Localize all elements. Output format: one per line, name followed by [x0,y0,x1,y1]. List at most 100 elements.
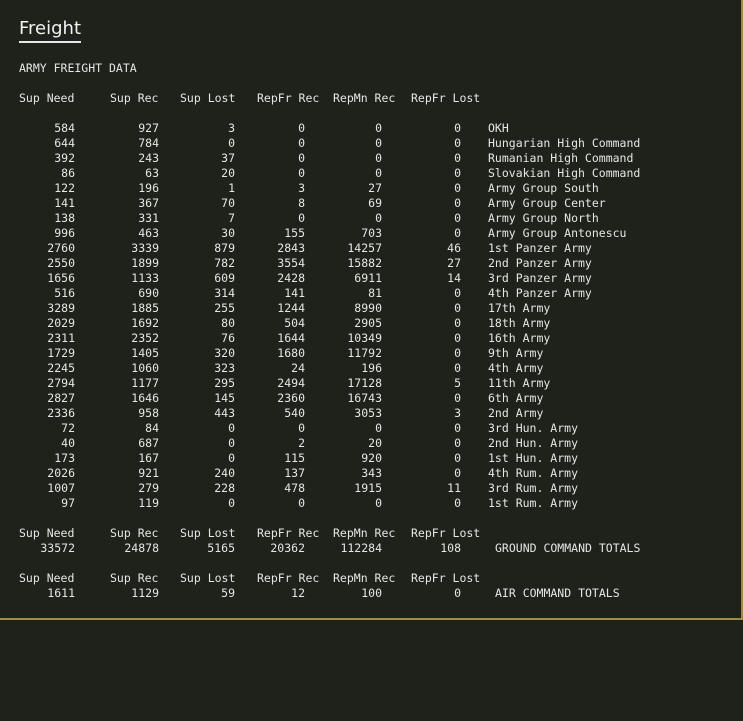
table-row: 644 784 0 0 0 0 Hungarian High Command [19,136,739,151]
cell-unit-name: 4th Rum. Army [488,466,579,480]
col-sup-need: Sup Need [19,571,75,585]
cell-unit-name: 3rd Panzer Army [488,271,592,285]
cell-repfr-lost: 0 [454,286,461,300]
table-row: 2245 1060 323 24 196 0 4th Army [19,361,739,376]
cell-unit-name: 4th Army [488,361,544,375]
cell-repfr-lost: 0 [454,226,461,240]
col-sup-rec: Sup Rec [110,571,159,585]
cell-repfr-lost: 0 [454,316,461,330]
cell-repfr-lost: 0 [454,451,461,465]
cell-repfr-lost: 0 [454,301,461,315]
table-row: 2794 1177 295 2494 17128 5 11th Army [19,376,739,391]
cell-repfr-lost: 0 [454,136,461,150]
cell-unit-name: 1st Hun. Army [488,451,579,465]
col-repmn-rec: RepMn Rec [333,91,396,105]
window-title: Freight [19,18,82,43]
cell-unit-name: Army Group Antonescu [488,226,627,240]
total-repfr-lost: 0 [454,586,461,600]
section-title: ARMY FREIGHT DATA [19,61,137,75]
ground-totals-label: GROUND COMMAND TOTALS [495,541,641,555]
col-repfr-rec: RepFr Rec [257,571,320,585]
cell-repfr-lost: 0 [454,181,461,195]
cell-unit-name: 11th Army [488,376,551,390]
cell-repfr-lost: 0 [454,121,461,135]
col-repmn-rec: RepMn Rec [333,571,396,585]
cell-repfr-lost: 0 [454,151,461,165]
table-row: 2827 1646 145 2360 16743 0 6th Army [19,391,739,406]
table-row: 72 84 0 0 0 0 3rd Hun. Army [19,421,739,436]
table-row: 2550 1899 782 3554 15882 27 2nd Panzer Army [19,256,739,271]
table-header: Sup Need Sup Rec Sup Lost RepFr Rec RepM… [19,91,739,106]
air-totals-header: Sup Need Sup Rec Sup Lost RepFr Rec RepM… [19,571,739,586]
col-repfr-rec: RepFr Rec [257,526,320,540]
cell-unit-name: 1st Panzer Army [488,241,592,255]
col-sup-rec: Sup Rec [110,526,159,540]
cell-unit-name: Rumanian High Command [488,151,634,165]
cell-repfr-lost: 0 [454,466,461,480]
table-row: 122 196 1 3 27 0 Army Group South [19,181,739,196]
col-sup-rec: Sup Rec [110,91,159,105]
cell-unit-name: 3rd Hun. Army [488,421,579,435]
table-row: 141 367 70 8 69 0 Army Group Center [19,196,739,211]
table-row: 1656 1133 609 2428 6911 14 3rd Panzer Army [19,271,739,286]
cell-unit-name: 3rd Rum. Army [488,481,579,495]
table-row: 1007 279 228 478 1915 11 3rd Rum. Army [19,481,739,496]
cell-unit-name: 9th Army [488,346,544,360]
col-repfr-lost: RepFr Lost [411,571,481,585]
col-sup-lost: Sup Lost [180,91,236,105]
col-sup-lost: Sup Lost [180,526,236,540]
col-sup-need: Sup Need [19,526,75,540]
cell-unit-name: OKH [488,121,509,135]
col-sup-lost: Sup Lost [180,571,236,585]
cell-repfr-lost: 11 [447,481,461,495]
table-row: 2029 1692 80 504 2905 0 18th Army [19,316,739,331]
freight-panel: Freight ARMY FREIGHT DATA Sup Need Sup R… [0,0,743,620]
table-row: 584 927 3 0 0 0 OKH [19,121,739,136]
col-repfr-rec: RepFr Rec [257,91,320,105]
table-row: 2026 921 240 137 343 0 4th Rum. Army [19,466,739,481]
col-repfr-lost: RepFr Lost [411,91,481,105]
air-totals-label: AIR COMMAND TOTALS [495,586,620,600]
cell-unit-name: Hungarian High Command [488,136,641,150]
col-repfr-lost: RepFr Lost [411,526,481,540]
ground-totals-header: Sup Need Sup Rec Sup Lost RepFr Rec RepM… [19,526,739,541]
table-row: 392 243 37 0 0 0 Rumanian High Command [19,151,739,166]
cell-repfr-lost: 14 [447,271,461,285]
cell-repfr-lost: 0 [454,196,461,210]
cell-repfr-lost: 0 [454,166,461,180]
table-row: 138 331 7 0 0 0 Army Group North [19,211,739,226]
cell-repfr-lost: 5 [454,376,461,390]
total-repfr-lost: 108 [440,541,461,555]
table-row: 40 687 0 2 20 0 2nd Hun. Army [19,436,739,451]
cell-unit-name: 6th Army [488,391,544,405]
table-row: 97 119 0 0 0 0 1st Rum. Army [19,496,739,511]
table-row: 2311 2352 76 1644 10349 0 16th Army [19,331,739,346]
cell-unit-name: 4th Panzer Army [488,286,592,300]
cell-unit-name: 2nd Hun. Army [488,436,579,450]
table-row: 996 463 30 155 703 0 Army Group Antonescu [19,226,739,241]
cell-repfr-lost: 27 [447,256,461,270]
table-row: 3289 1885 255 1244 8990 0 17th Army [19,301,739,316]
cell-repfr-lost: 0 [454,436,461,450]
cell-repfr-lost: 0 [454,211,461,225]
air-totals-row: 1611 1129 59 12 100 0 AIR COMMAND TOTALS [19,586,739,601]
col-repmn-rec: RepMn Rec [333,526,396,540]
table-row: 1729 1405 320 1680 11792 0 9th Army [19,346,739,361]
cell-unit-name: Slovakian High Command [488,166,641,180]
cell-unit-name: 1st Rum. Army [488,496,579,510]
col-sup-need: Sup Need [19,91,75,105]
cell-unit-name: Army Group Center [488,196,606,210]
cell-repfr-lost: 0 [454,331,461,345]
cell-unit-name: 2nd Army [488,406,544,420]
cell-repfr-lost: 0 [454,346,461,360]
table-row: 173 167 0 115 920 0 1st Hun. Army [19,451,739,466]
cell-repfr-lost: 0 [454,496,461,510]
cell-unit-name: Army Group North [488,211,599,225]
table-row: 2336 958 443 540 3053 3 2nd Army [19,406,739,421]
cell-unit-name: 17th Army [488,301,551,315]
cell-repfr-lost: 3 [454,406,461,420]
table-row: 516 690 314 141 81 0 4th Panzer Army [19,286,739,301]
cell-unit-name: 2nd Panzer Army [488,256,592,270]
cell-unit-name: Army Group South [488,181,599,195]
cell-unit-name: 16th Army [488,331,551,345]
